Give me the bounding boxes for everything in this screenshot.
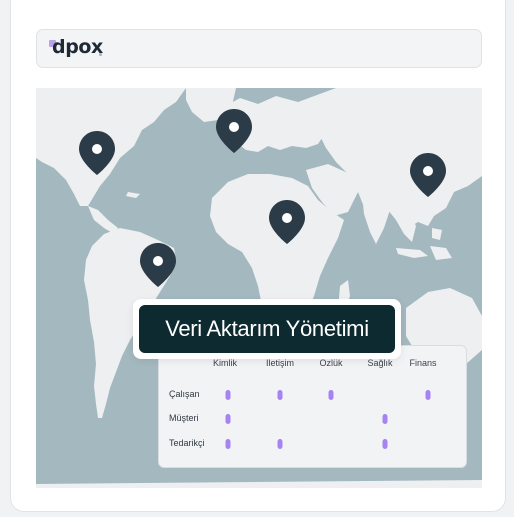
column-header-ozluk: Özlük: [319, 358, 343, 368]
location-pin-europe-icon[interactable]: [216, 109, 252, 153]
banner-title: Veri Aktarım Yönetimi: [139, 305, 395, 353]
brand-logo[interactable]: dpox: [52, 36, 103, 58]
matrix-flag-dot: [225, 439, 231, 449]
matrix-flag-dot: [225, 390, 231, 400]
column-header-finans: Finans: [409, 358, 437, 368]
matrix-flag-dot: [382, 439, 388, 449]
location-pin-south-america-icon[interactable]: [140, 243, 176, 287]
row-header-musteri: Müşteri: [169, 413, 199, 423]
column-header-saglik: Sağlık: [367, 358, 393, 368]
location-pin-africa-icon[interactable]: [269, 200, 305, 244]
matrix-flag-dot: [277, 439, 283, 449]
location-pin-north-america-icon[interactable]: [79, 131, 115, 175]
column-header-kimlik: Kimlik: [213, 358, 237, 368]
row-header-tedarikci: Tedarikçi: [169, 438, 205, 448]
logo-dot-icon: [99, 53, 102, 56]
brand-header: dpox: [36, 29, 482, 68]
row-header-calisan: Çalışan: [169, 389, 200, 399]
matrix-flag-dot: [382, 414, 388, 424]
data-category-matrix: Kimlik İletişim Özlük Sağlık Finans Çalı…: [158, 345, 467, 468]
location-pin-east-asia-icon[interactable]: [410, 153, 446, 197]
title-banner: Veri Aktarım Yönetimi: [133, 299, 401, 359]
matrix-flag-dot: [328, 390, 334, 400]
matrix-flag-dot: [225, 414, 231, 424]
column-header-iletisim: İletişim: [265, 358, 295, 368]
matrix-flag-dot: [277, 390, 283, 400]
matrix-flag-dot: [425, 390, 431, 400]
